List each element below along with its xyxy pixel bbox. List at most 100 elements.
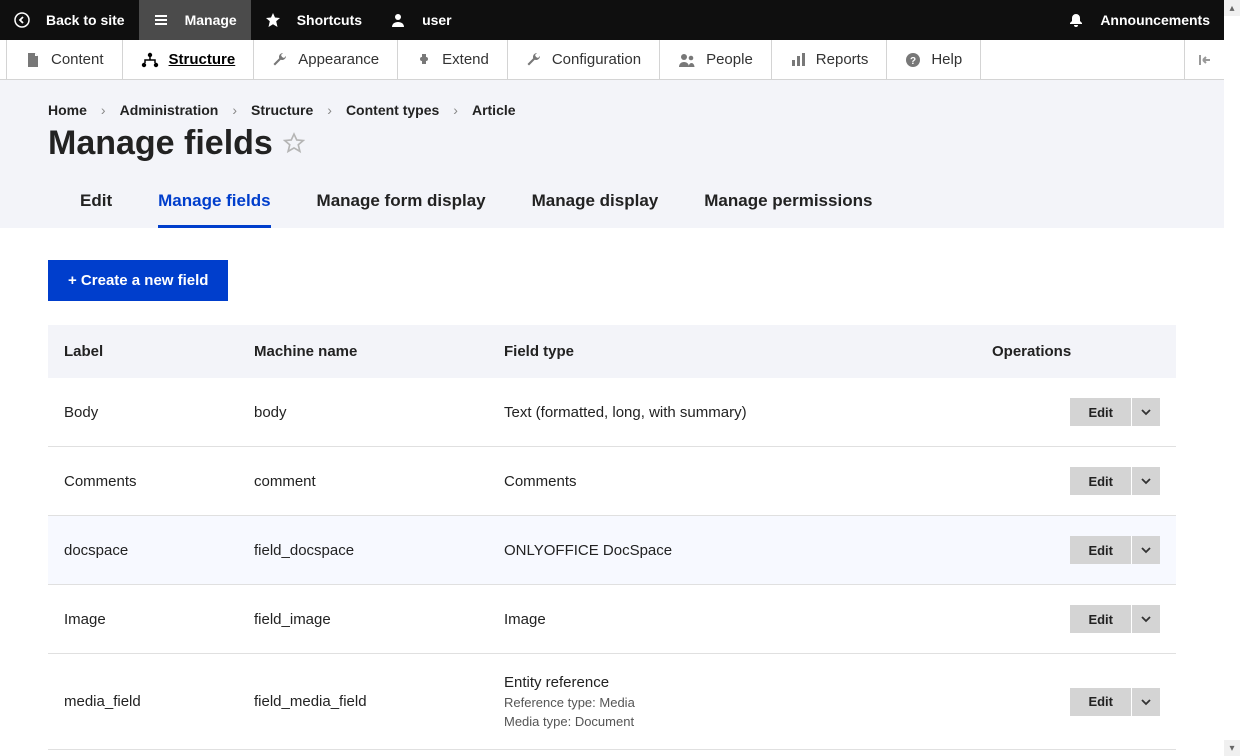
edit-button[interactable]: Edit	[1070, 467, 1132, 495]
crumb-home[interactable]: Home	[48, 102, 87, 118]
cell-field-type: ONLYOFFICE DocSpace	[488, 516, 976, 585]
menu-help[interactable]: ? Help	[887, 40, 981, 79]
menu-appearance-label: Appearance	[298, 51, 379, 68]
menu-people[interactable]: People	[660, 40, 772, 79]
manage-toggle[interactable]: Manage	[139, 0, 251, 40]
chevron-right-icon: ›	[453, 102, 458, 118]
cell-field-type: Entity referenceReference type: MediaMed…	[488, 654, 976, 750]
operations-dropdown[interactable]	[1132, 605, 1160, 633]
cell-machine-name	[238, 750, 488, 756]
tab-manage-fields[interactable]: Manage fields	[158, 181, 270, 228]
back-arrow-icon	[14, 12, 38, 28]
fields-table: Label Machine name Field type Operations…	[48, 325, 1176, 756]
table-row: media_fieldfield_media_fieldEntity refer…	[48, 654, 1176, 750]
bell-icon	[1068, 12, 1092, 28]
chevron-right-icon: ›	[101, 102, 106, 118]
cell-machine-name: body	[238, 378, 488, 447]
menu-reports-label: Reports	[816, 51, 869, 68]
menu-structure[interactable]: Structure	[123, 40, 255, 79]
operations-dropdown[interactable]	[1132, 467, 1160, 495]
scrollbar-up[interactable]: ▴	[1224, 0, 1240, 16]
menu-extend[interactable]: Extend	[398, 40, 508, 79]
chevron-down-icon	[1141, 545, 1151, 555]
back-to-site-label: Back to site	[46, 12, 125, 28]
announcements[interactable]: Announcements	[1054, 0, 1224, 40]
breadcrumb: Home › Administration › Structure › Cont…	[48, 102, 1176, 118]
menu-extend-label: Extend	[442, 51, 489, 68]
shortcuts[interactable]: Shortcuts	[251, 0, 376, 40]
edit-button[interactable]: Edit	[1070, 605, 1132, 633]
table-row: CommentscommentCommentsEdit	[48, 447, 1176, 516]
menu-structure-label: Structure	[169, 51, 236, 68]
hamburger-icon	[153, 12, 177, 28]
edit-button[interactable]: Edit	[1070, 398, 1132, 426]
menu-content-label: Content	[51, 51, 104, 68]
cell-label	[48, 750, 238, 756]
cell-field-type: Text (formatted, long, with summary)	[488, 378, 976, 447]
cell-label: Image	[48, 585, 238, 654]
page-title: Manage fields	[48, 124, 1176, 163]
table-row: BodybodyText (formatted, long, with summ…	[48, 378, 1176, 447]
wrench2-icon	[526, 52, 542, 68]
operations-dropdown[interactable]	[1132, 688, 1160, 716]
manage-label: Manage	[185, 12, 237, 28]
edit-button[interactable]: Edit	[1070, 536, 1132, 564]
chevron-down-icon	[1141, 407, 1151, 417]
th-operations: Operations	[976, 325, 1176, 378]
page-title-text: Manage fields	[48, 124, 273, 163]
svg-text:?: ?	[910, 56, 916, 67]
people-icon	[678, 52, 696, 68]
menu-reports[interactable]: Reports	[772, 40, 888, 79]
tab-manage-permissions[interactable]: Manage permissions	[704, 181, 872, 228]
operations-dropdown[interactable]	[1132, 398, 1160, 426]
cell-operations: Edit	[976, 585, 1176, 654]
crumb-article[interactable]: Article	[472, 102, 516, 118]
edit-button[interactable]: Edit	[1070, 688, 1132, 716]
create-field-button[interactable]: + Create a new field	[48, 260, 228, 301]
menu-content[interactable]: Content	[6, 40, 123, 79]
toolbar-top: Back to site Manage Shortcuts user Anno	[0, 0, 1224, 40]
cell-machine-name: field_image	[238, 585, 488, 654]
table-row: Imagefield_imageImageEdit	[48, 585, 1176, 654]
field-type-subline: Reference type: Media	[504, 695, 960, 710]
chevron-right-icon: ›	[327, 102, 332, 118]
table-row: Entity referenceEdit	[48, 750, 1176, 756]
tab-manage-form-display[interactable]: Manage form display	[317, 181, 486, 228]
chevron-right-icon: ›	[232, 102, 237, 118]
cell-operations: Edit	[976, 654, 1176, 750]
user-label: user	[422, 12, 452, 28]
user-menu[interactable]: user	[376, 0, 466, 40]
menu-appearance[interactable]: Appearance	[254, 40, 398, 79]
favorite-toggle[interactable]	[283, 124, 305, 163]
collapse-icon	[1197, 52, 1213, 68]
cell-machine-name: field_media_field	[238, 654, 488, 750]
cell-label: media_field	[48, 654, 238, 750]
cell-field-type: Comments	[488, 447, 976, 516]
document-icon	[25, 52, 41, 68]
operations-dropdown[interactable]	[1132, 536, 1160, 564]
chevron-down-icon	[1141, 476, 1151, 486]
crumb-administration[interactable]: Administration	[120, 102, 219, 118]
puzzle-icon	[416, 52, 432, 68]
scrollbar-down[interactable]: ▾	[1224, 740, 1240, 756]
collapse-menu[interactable]	[1184, 40, 1224, 79]
announcements-label: Announcements	[1100, 12, 1210, 28]
cell-label: Comments	[48, 447, 238, 516]
th-label: Label	[48, 325, 238, 378]
star-icon	[265, 12, 289, 28]
cell-label: docspace	[48, 516, 238, 585]
menu-configuration[interactable]: Configuration	[508, 40, 660, 79]
th-field-type: Field type	[488, 325, 976, 378]
wrench-icon	[272, 52, 288, 68]
menu-people-label: People	[706, 51, 753, 68]
chevron-down-icon	[1141, 697, 1151, 707]
tab-manage-display[interactable]: Manage display	[532, 181, 659, 228]
admin-menu: Content Structure Appearance Extend Conf…	[0, 40, 1224, 80]
crumb-content-types[interactable]: Content types	[346, 102, 439, 118]
page-header: Home › Administration › Structure › Cont…	[0, 80, 1224, 228]
cell-label: Body	[48, 378, 238, 447]
back-to-site[interactable]: Back to site	[0, 0, 139, 40]
tab-edit[interactable]: Edit	[80, 181, 112, 228]
crumb-structure[interactable]: Structure	[251, 102, 313, 118]
primary-tabs: Edit Manage fields Manage form display M…	[48, 181, 1176, 228]
